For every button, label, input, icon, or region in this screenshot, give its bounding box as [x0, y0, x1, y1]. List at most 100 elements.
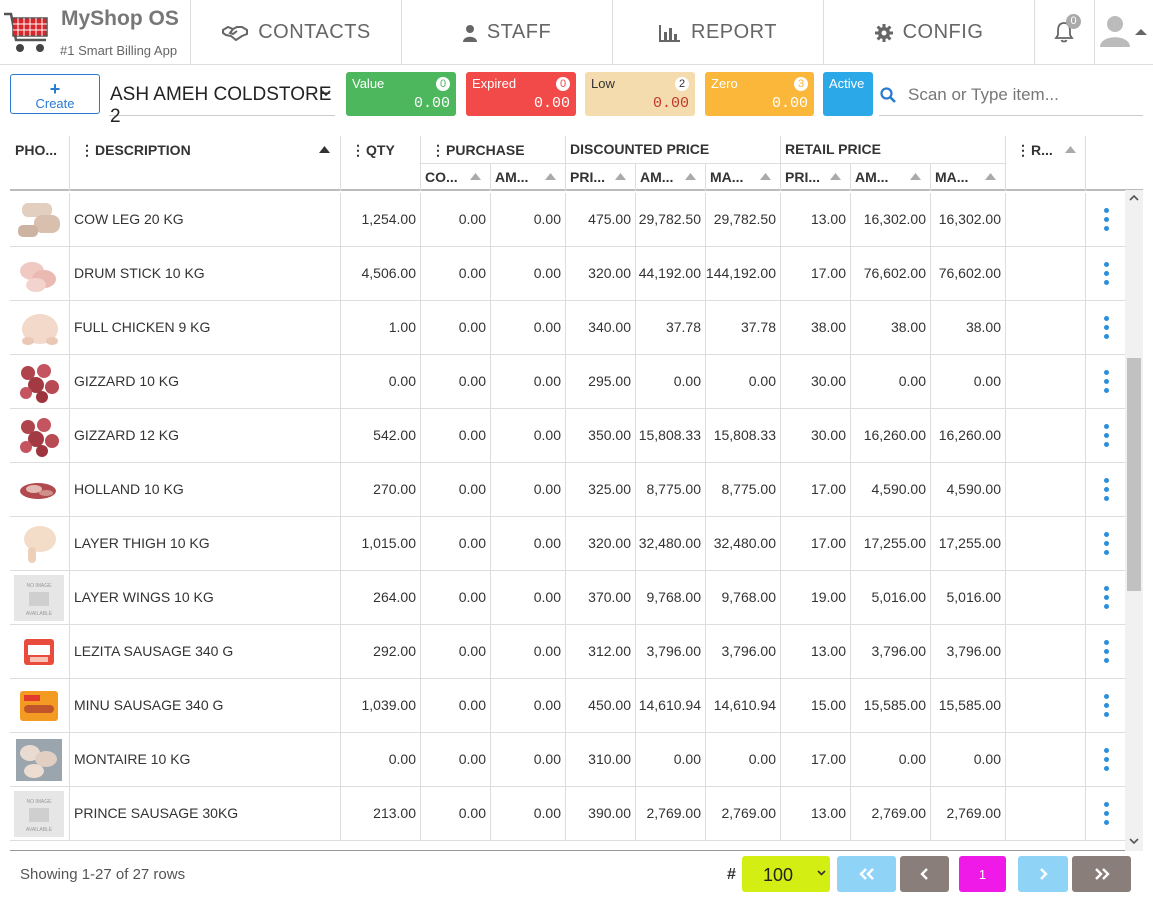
expired-card[interactable]: Expired 0 0.00 — [466, 72, 576, 116]
row-actions-kebab-icon[interactable] — [1104, 370, 1110, 394]
sort-icon[interactable] — [830, 173, 841, 180]
nav-contacts[interactable]: CONTACTS — [192, 0, 402, 65]
table-row[interactable]: MINU SAUSAGE 340 G 1,039.00 0.00 0.00 450.00… — [10, 679, 1125, 733]
sort-icon[interactable] — [910, 173, 921, 180]
cell-pc: 0.00 — [458, 535, 486, 551]
col-disc-margin[interactable]: MA... — [710, 169, 750, 185]
product-thumbnail[interactable] — [14, 683, 64, 729]
zero-card[interactable]: Zero 3 0.00 — [705, 72, 814, 116]
product-thumbnail[interactable]: NO IMAGE AVAILABLE — [14, 791, 64, 837]
next-page-button[interactable] — [1018, 856, 1068, 892]
product-thumbnail[interactable] — [14, 251, 64, 297]
sort-icon[interactable] — [1065, 146, 1076, 153]
user-menu[interactable] — [1096, 0, 1153, 65]
low-card[interactable]: Low 2 0.00 — [585, 72, 695, 116]
col-disc-amount[interactable]: AM... — [640, 169, 680, 185]
col-purchase-menu[interactable]: ⋮ — [431, 142, 445, 159]
sort-icon[interactable] — [470, 173, 481, 180]
table-row[interactable]: FULL CHICKEN 9 KG 1.00 0.00 0.00 340.00 37.78… — [10, 301, 1125, 355]
sort-icon[interactable] — [760, 173, 771, 180]
col-description[interactable]: DESCRIPTION — [95, 142, 191, 158]
search-input[interactable] — [908, 82, 1138, 108]
col-r-menu[interactable]: ⋮ — [1016, 142, 1030, 159]
create-button-label: Create — [35, 96, 75, 111]
prev-page-button[interactable] — [900, 856, 949, 892]
col-qty[interactable]: QTY — [366, 142, 395, 158]
cell-rm: 0.00 — [973, 373, 1001, 389]
zero-card-label: Zero — [711, 76, 738, 91]
create-button[interactable]: + Create — [10, 74, 100, 114]
cell-dm: 144,192.00 — [705, 265, 776, 281]
cell-pa: 0.00 — [533, 805, 561, 821]
table-row[interactable]: NO IMAGE AVAILABLE LAYER WINGS 10 KG 264.00… — [10, 571, 1125, 625]
sort-asc-icon[interactable] — [319, 146, 330, 153]
col-photo[interactable]: PHO... — [15, 142, 67, 158]
nav-staff[interactable]: STAFF — [402, 0, 613, 65]
row-actions-kebab-icon[interactable] — [1104, 262, 1110, 286]
active-card[interactable]: Active — [823, 72, 873, 116]
col-description-menu[interactable]: ⋮ — [80, 142, 94, 159]
row-actions-kebab-icon[interactable] — [1104, 424, 1110, 448]
table-row[interactable]: MONTAIRE 10 KG 0.00 0.00 0.00 310.00 0.00 0.00… — [10, 733, 1125, 787]
row-actions-kebab-icon[interactable] — [1104, 208, 1110, 232]
row-actions-kebab-icon[interactable] — [1104, 748, 1110, 772]
expired-card-count: 0 — [556, 77, 570, 91]
row-actions-kebab-icon[interactable] — [1104, 532, 1110, 556]
product-thumbnail[interactable] — [14, 413, 64, 459]
sort-icon[interactable] — [985, 173, 996, 180]
table-row[interactable]: LAYER THIGH 10 KG 1,015.00 0.00 0.00 320.00 3… — [10, 517, 1125, 571]
table-row[interactable]: GIZZARD 12 KG 542.00 0.00 0.00 350.00 15,808.… — [10, 409, 1125, 463]
scroll-up-icon[interactable] — [1129, 194, 1139, 201]
table-row[interactable]: HOLLAND 10 KG 270.00 0.00 0.00 325.00 8,775.0… — [10, 463, 1125, 517]
col-ret-margin[interactable]: MA... — [935, 169, 975, 185]
col-r[interactable]: R... — [1031, 142, 1061, 158]
sort-icon[interactable] — [545, 173, 556, 180]
col-purchase-amount[interactable]: AM... — [495, 169, 535, 185]
per-page-select[interactable]: 100 — [742, 856, 830, 892]
nav-report[interactable]: REPORT — [613, 0, 824, 65]
sort-icon[interactable] — [685, 173, 696, 180]
first-page-button[interactable] — [837, 856, 896, 892]
row-actions-kebab-icon[interactable] — [1104, 802, 1110, 826]
row-actions-kebab-icon[interactable] — [1104, 478, 1110, 502]
product-thumbnail[interactable] — [14, 359, 64, 405]
col-disc-price[interactable]: PRI... — [570, 169, 610, 185]
vertical-scrollbar[interactable] — [1125, 190, 1143, 851]
cell-da: 37.78 — [665, 319, 701, 335]
col-ret-amount[interactable]: AM... — [855, 169, 895, 185]
table-row[interactable]: LEZITA SAUSAGE 340 G 292.00 0.00 0.00 312.00… — [10, 625, 1125, 679]
row-actions-kebab-icon[interactable] — [1104, 316, 1110, 340]
cell-dp: 312.00 — [588, 643, 631, 659]
product-thumbnail[interactable] — [14, 197, 64, 243]
product-thumbnail[interactable]: NO IMAGE AVAILABLE — [14, 575, 64, 621]
table-row[interactable]: NO IMAGE AVAILABLE PRINCE SAUSAGE 30KG 213.… — [10, 787, 1125, 841]
product-thumbnail[interactable] — [14, 521, 64, 567]
row-actions-kebab-icon[interactable] — [1104, 694, 1110, 718]
product-thumbnail[interactable] — [14, 629, 64, 675]
table-row[interactable]: COW LEG 20 KG 1,254.00 0.00 0.00 475.00 29,78… — [10, 193, 1125, 247]
cell-ra: 38.00 — [890, 319, 926, 335]
store-select[interactable]: ASH AMEH COLDSTORE 2 — [109, 74, 335, 127]
nav-config[interactable]: CONFIG — [824, 0, 1035, 65]
row-actions-kebab-icon[interactable] — [1104, 586, 1110, 610]
col-qty-menu[interactable]: ⋮ — [351, 142, 365, 159]
cell-qty: 1,254.00 — [361, 211, 417, 227]
product-thumbnail[interactable] — [14, 737, 64, 783]
last-page-button[interactable] — [1072, 856, 1131, 892]
value-card[interactable]: Value 0 0.00 — [346, 72, 456, 116]
notifications-button[interactable]: 0 — [1035, 0, 1095, 65]
table-row[interactable]: GIZZARD 10 KG 0.00 0.00 0.00 295.00 0.00 0.00 3… — [10, 355, 1125, 409]
cell-pa: 0.00 — [533, 751, 561, 767]
cell-rm: 17,255.00 — [938, 535, 1001, 551]
col-ret-price[interactable]: PRI... — [785, 169, 825, 185]
brand[interactable]: MyShop OS #1 Smart Billing App — [0, 0, 191, 65]
row-actions-kebab-icon[interactable] — [1104, 640, 1110, 664]
product-thumbnail[interactable] — [14, 467, 64, 513]
col-purchase-cost[interactable]: CO... — [425, 169, 465, 185]
page-1-button[interactable]: 1 — [959, 856, 1006, 892]
sort-icon[interactable] — [615, 173, 626, 180]
table-row[interactable]: DRUM STICK 10 KG 4,506.00 0.00 0.00 320.00 44… — [10, 247, 1125, 301]
product-thumbnail[interactable] — [14, 305, 64, 351]
scrollbar-thumb[interactable] — [1127, 358, 1141, 591]
scroll-down-icon[interactable] — [1129, 838, 1139, 845]
